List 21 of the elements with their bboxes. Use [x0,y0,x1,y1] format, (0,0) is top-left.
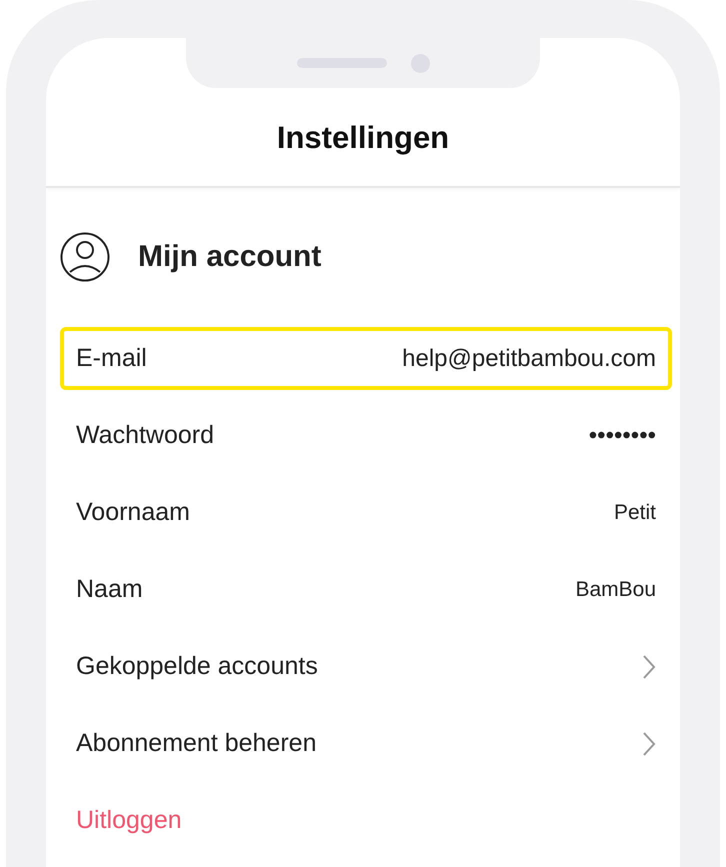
setting-label: Abonnement beheren [76,729,316,758]
chevron-right-icon [642,654,656,680]
settings-row[interactable]: Abonnement beheren [60,712,672,775]
settings-row[interactable]: Wachtwoord •••••••• [60,404,672,467]
setting-label: E-mail [76,344,147,373]
user-icon [60,232,110,282]
section-title: Mijn account [138,240,322,274]
setting-label: Voornaam [76,498,190,527]
setting-label: Gekoppelde accounts [76,652,318,681]
setting-value: Petit [614,500,656,524]
settings-row[interactable]: Gekoppelde accounts [60,635,672,698]
settings-row[interactable]: E-mail help@petitbambou.com [60,327,672,390]
settings-row[interactable]: Naam BamBou [60,558,672,621]
setting-value: BamBou [575,578,656,602]
setting-label: Wachtwoord [76,421,214,450]
setting-value: help@petitbambou.com [402,344,656,372]
setting-label: Naam [76,575,143,604]
setting-value: •••••••• [588,422,656,450]
screen-title: Instellingen [276,120,450,156]
settings-row[interactable]: Voornaam Petit [60,481,672,544]
chevron-right-icon [642,730,656,756]
